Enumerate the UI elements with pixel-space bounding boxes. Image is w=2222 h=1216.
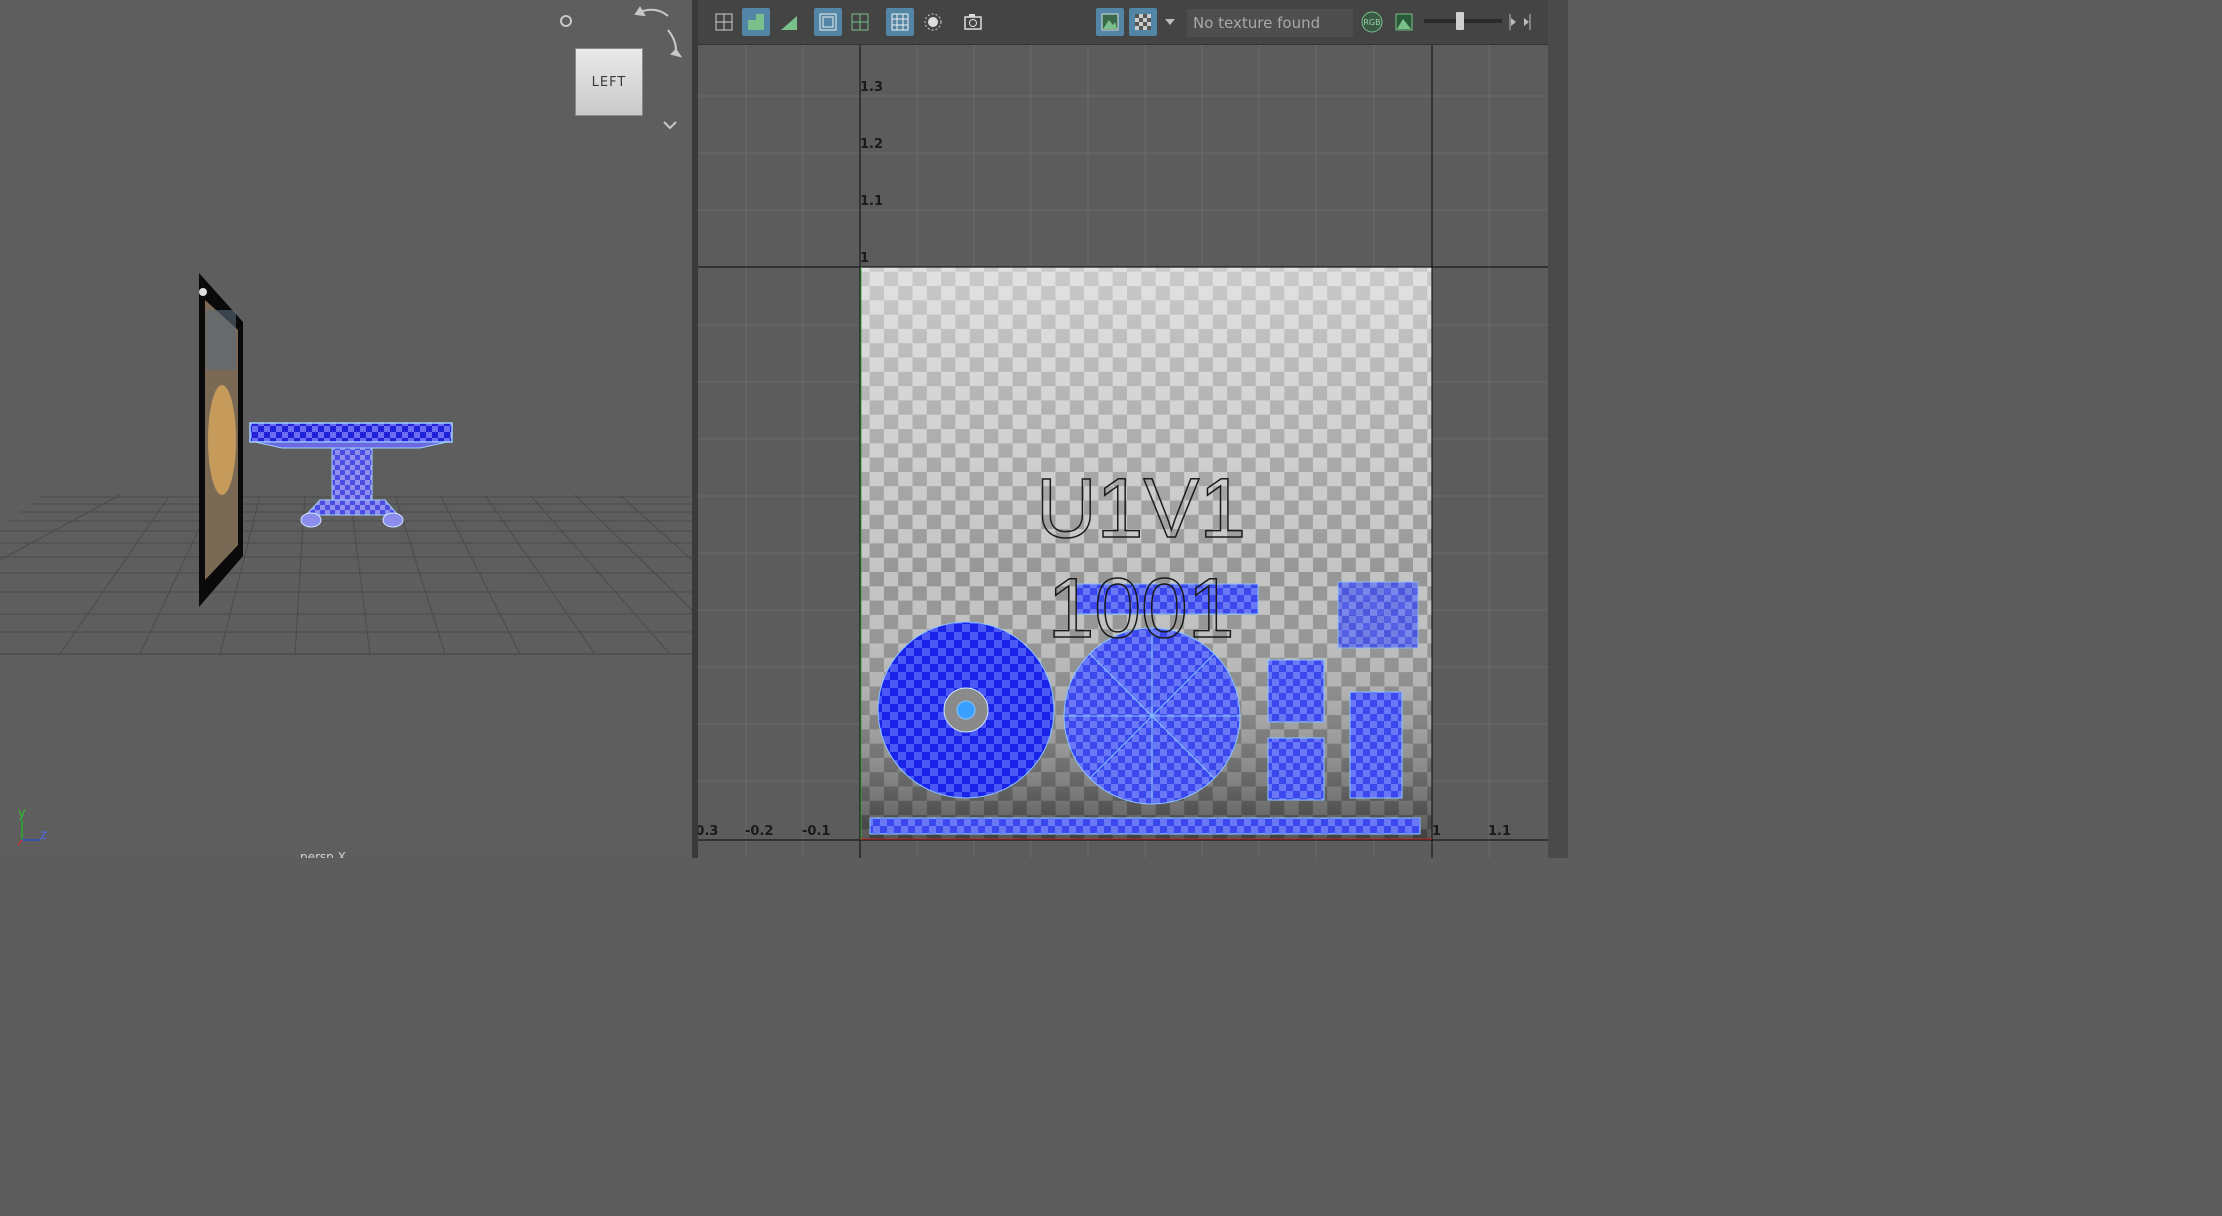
y-tick: 1.3 — [860, 80, 884, 95]
view-cube[interactable]: LEFT — [575, 48, 643, 116]
checker-icon[interactable] — [1129, 8, 1157, 36]
x-tick: -0.3 — [698, 824, 719, 839]
channel-right-icon[interactable] — [1520, 8, 1534, 36]
grid-icon[interactable] — [814, 8, 842, 36]
uv-toolbar: No texture found RGB — [698, 0, 1548, 45]
y-tick: 1.2 — [860, 137, 884, 152]
camera-icon[interactable] — [959, 8, 987, 36]
rgb-label: RGB — [1363, 18, 1380, 27]
rgb-icon[interactable]: RGB — [1358, 8, 1386, 36]
uv-shell-icon[interactable] — [775, 8, 803, 36]
uv-canvas[interactable]: U1V1 1001 — [698, 0, 1548, 858]
image-plane — [199, 273, 243, 607]
table-model — [249, 422, 453, 528]
exposure-icon[interactable] — [1390, 8, 1418, 36]
viewport-scene — [0, 6, 692, 846]
axis-y-label: y — [18, 806, 26, 821]
tile-label-top: U1V1 — [1036, 461, 1246, 555]
axis-gizmo — [17, 820, 40, 846]
grid-small-icon[interactable] — [846, 8, 874, 36]
pixel-grid-icon[interactable] — [886, 8, 914, 36]
shaded-sphere-icon[interactable] — [919, 8, 947, 36]
uv-layout-icon[interactable] — [710, 8, 738, 36]
tile-label-bottom: 1001 — [1048, 561, 1235, 655]
perspective-viewport[interactable]: LEFT y z persp X — [0, 0, 692, 858]
right-scrollbar[interactable] — [1548, 0, 1568, 858]
x-tick: -0.1 — [802, 824, 831, 839]
camera-label: persp X — [300, 850, 346, 858]
uv-editor[interactable]: U1V1 1001 1.3 1.2 1.1 1 -0.3 -0.2 -0.1 1… — [698, 0, 1568, 858]
channel-left-icon[interactable] — [1506, 8, 1520, 36]
image-icon[interactable] — [1096, 8, 1124, 36]
view-cube-label: LEFT — [591, 74, 627, 90]
x-tick: -0.2 — [745, 824, 774, 839]
ground-grid — [0, 494, 692, 655]
texture-field-text: No texture found — [1193, 14, 1321, 32]
uv-layout-alt-icon[interactable] — [742, 8, 770, 36]
dropdown-arrow-icon[interactable] — [1162, 8, 1178, 36]
exposure-slider-handle[interactable] — [1456, 12, 1464, 30]
axis-z-label: z — [40, 828, 47, 843]
texture-field[interactable]: No texture found — [1187, 9, 1353, 37]
y-tick: 1.1 — [860, 194, 884, 209]
y-tick: 1 — [860, 251, 870, 266]
x-tick: 1.1 — [1488, 824, 1512, 839]
x-tick: 1 — [1432, 824, 1442, 839]
